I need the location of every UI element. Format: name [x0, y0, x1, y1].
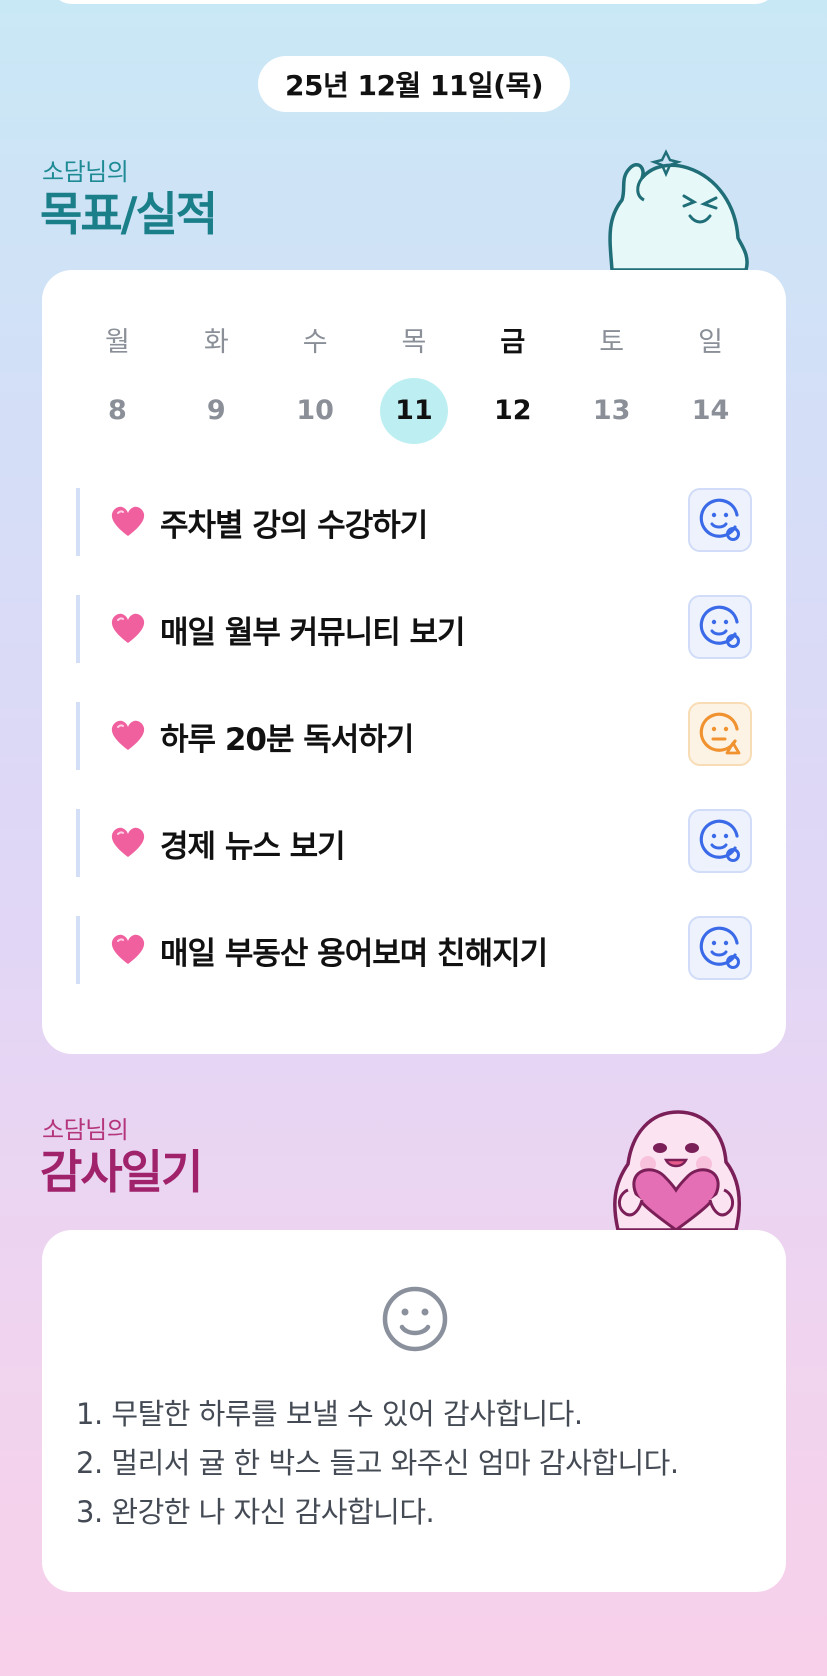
- goal-label: 경제 뉴스 보기: [160, 828, 346, 865]
- weekday-sat: 토: [599, 327, 625, 358]
- waving-mascot-icon: [608, 149, 749, 270]
- weekday-thu: 목: [401, 327, 427, 358]
- goal-item[interactable]: 경제 뉴스 보기: [76, 809, 752, 877]
- thanks-line: 1. 무탈한 하루를 보낼 수 있어 감사합니다.: [76, 1397, 583, 1431]
- goals-title: 목표/실적: [40, 187, 218, 241]
- goal-status-button[interactable]: [688, 702, 752, 766]
- goal-status-button[interactable]: [688, 488, 752, 552]
- goal-label: 주차별 강의 수강하기: [160, 507, 428, 544]
- neutral-triangle-icon: [699, 712, 741, 755]
- day-9[interactable]: 9: [182, 378, 250, 444]
- heart-holding-mascot-icon: [613, 1110, 741, 1230]
- goal-item[interactable]: 주차별 강의 수강하기: [76, 488, 752, 556]
- weekday-mon: 월: [105, 327, 130, 358]
- day-10[interactable]: 10: [281, 378, 349, 444]
- heart-icon: [111, 827, 145, 857]
- goal-label: 매일 월부 커뮤니티 보기: [160, 614, 466, 651]
- smile-check-icon: [699, 819, 740, 862]
- goal-label: 하루 20분 독서하기: [160, 721, 414, 758]
- day-12[interactable]: 12: [479, 378, 547, 444]
- goal-item[interactable]: 매일 부동산 용어보며 친해지기: [76, 916, 752, 984]
- goal-item[interactable]: 매일 월부 커뮤니티 보기: [76, 595, 752, 663]
- goal-status-button[interactable]: [688, 916, 752, 980]
- weekday-row: 월 화 수 목 금 토 일: [42, 320, 786, 359]
- previous-card-bottom: [50, 0, 777, 4]
- day-number-row: 8 9 10 11 12 13 14: [42, 378, 786, 444]
- weekday-fri: 금: [500, 327, 526, 358]
- goal-status-button[interactable]: [688, 595, 752, 659]
- weekday-wed: 수: [302, 327, 328, 358]
- thanks-card: 1. 무탈한 하루를 보낼 수 있어 감사합니다. 2. 멀리서 귤 한 박스 …: [42, 1230, 786, 1592]
- heart-icon: [111, 613, 145, 643]
- goal-status-button[interactable]: [688, 809, 752, 873]
- date-label[interactable]: 25년 12월 11일(목): [258, 56, 570, 112]
- goal-list: 주차별 강의 수강하기 매일 월부 커뮤니티 보기 하루 20분 독서하기 경제…: [76, 488, 752, 1023]
- smile-check-icon: [699, 605, 740, 648]
- smile-face-icon: [382, 1286, 448, 1352]
- smile-check-icon: [699, 498, 740, 541]
- heart-icon: [111, 934, 145, 964]
- thanks-line: 2. 멀리서 귤 한 박스 들고 와주신 엄마 감사합니다.: [76, 1446, 679, 1480]
- goals-card: 월 화 수 목 금 토 일 8 9 10 11 12 13 14 주차별 강의 …: [42, 270, 786, 1054]
- weekday-tue: 화: [203, 327, 229, 358]
- goal-item[interactable]: 하루 20분 독서하기: [76, 702, 752, 770]
- thanks-line: 3. 완강한 나 자신 감사합니다.: [76, 1495, 435, 1529]
- goal-label: 매일 부동산 용어보며 친해지기: [160, 935, 548, 972]
- heart-icon: [111, 506, 145, 536]
- day-8[interactable]: 8: [83, 378, 151, 444]
- smile-check-icon: [699, 926, 740, 969]
- thanks-entries: 1. 무탈한 하루를 보낼 수 있어 감사합니다. 2. 멀리서 귤 한 박스 …: [76, 1390, 679, 1537]
- thanks-title: 감사일기: [40, 1145, 203, 1199]
- day-11-selected[interactable]: 11: [379, 378, 448, 444]
- day-13[interactable]: 13: [578, 378, 646, 444]
- weekday-sun: 일: [698, 327, 723, 358]
- day-14[interactable]: 14: [676, 378, 744, 444]
- heart-icon: [111, 720, 145, 750]
